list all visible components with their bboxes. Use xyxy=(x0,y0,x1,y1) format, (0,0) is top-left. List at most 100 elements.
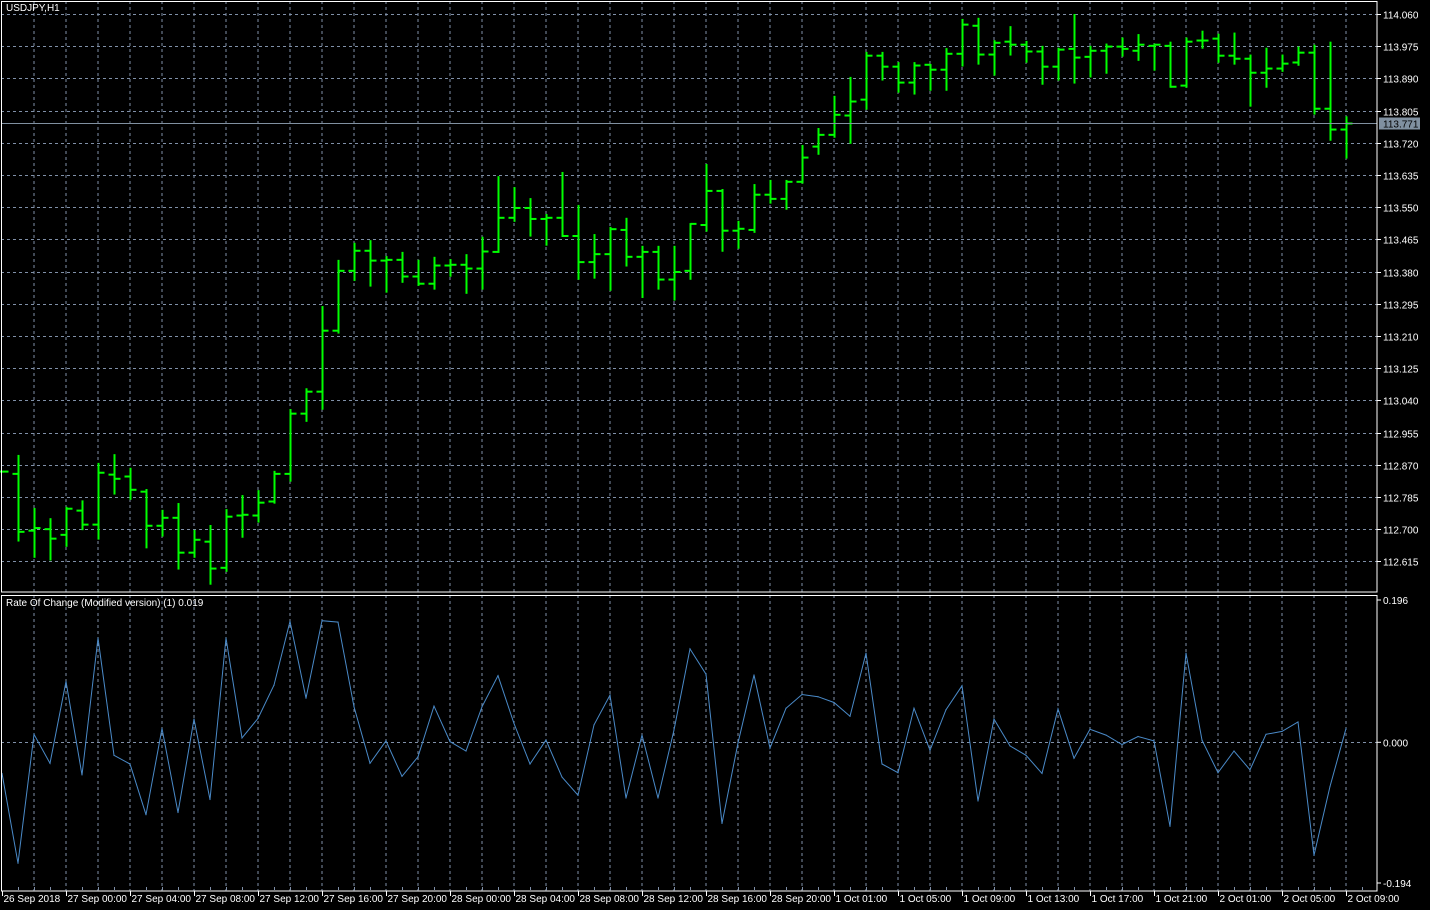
roc-point xyxy=(65,680,67,683)
ohlc-bar xyxy=(396,251,409,283)
roc-point xyxy=(769,747,771,749)
ohlc-bar xyxy=(620,217,633,267)
roc-point xyxy=(1137,735,1139,738)
ohlc-bar xyxy=(44,518,57,561)
price-tick-label: 113.720 xyxy=(1383,140,1419,151)
ohlc-bar xyxy=(108,454,121,495)
price-tick-label: 113.465 xyxy=(1383,236,1419,247)
ohlc-bar xyxy=(12,454,25,542)
roc-point xyxy=(689,648,691,650)
ohlc-bar xyxy=(1196,30,1209,49)
ohlc-bar xyxy=(1052,47,1065,81)
ohlc-bar xyxy=(668,245,681,301)
roc-point xyxy=(81,774,83,776)
ohlc-bar xyxy=(860,51,873,110)
roc-point xyxy=(1025,754,1027,756)
roc-point xyxy=(1121,743,1123,746)
roc-point xyxy=(1105,734,1107,736)
roc-point xyxy=(1233,750,1235,752)
roc-point xyxy=(177,811,179,814)
roc-point xyxy=(385,740,387,742)
time-tick-label: 1 Oct 05:00 xyxy=(900,894,952,905)
price-tick-label: 113.550 xyxy=(1383,204,1419,215)
time-tick-label: 1 Oct 13:00 xyxy=(1028,894,1080,905)
ohlc-bar xyxy=(1324,41,1337,141)
roc-point xyxy=(1345,727,1347,730)
roc-point xyxy=(97,637,99,639)
roc-point xyxy=(209,798,211,801)
ohlc-bar xyxy=(300,388,313,422)
roc-point xyxy=(945,709,947,711)
ohlc-bar xyxy=(284,409,297,482)
roc-point xyxy=(49,762,51,764)
ohlc-bar xyxy=(844,76,857,144)
roc-point xyxy=(1169,825,1171,827)
roc-point xyxy=(929,749,931,751)
roc-point xyxy=(561,776,563,778)
ohlc-bar xyxy=(1308,44,1321,115)
roc-point xyxy=(721,822,723,824)
roc-point xyxy=(225,637,227,639)
indicator-pane-border xyxy=(1,595,1378,892)
ohlc-bar xyxy=(524,198,537,237)
time-tick-label: 27 Sep 12:00 xyxy=(260,894,320,905)
ohlc-bar xyxy=(28,507,41,558)
price-tick-label: 112.955 xyxy=(1383,430,1419,441)
roc-point xyxy=(609,694,611,696)
ohlc-bar xyxy=(924,63,937,91)
ohlc-bar xyxy=(268,470,281,504)
price-tick-label: 113.125 xyxy=(1383,365,1419,376)
ohlc-bar xyxy=(892,62,905,93)
time-tick-label: 2 Oct 09:00 xyxy=(1348,894,1400,905)
roc-point xyxy=(913,707,915,709)
ohlc-bar xyxy=(156,509,169,537)
roc-point xyxy=(977,800,979,802)
ohlc-bar xyxy=(956,18,969,67)
roc-point xyxy=(1073,757,1075,759)
main-pane-border xyxy=(1,1,1378,593)
ohlc-bar xyxy=(1164,41,1177,88)
current-price-label: 113.771 xyxy=(1383,120,1419,131)
indicator-axis: 0.196 0.000 -0.194 xyxy=(1377,596,1412,890)
roc-point xyxy=(241,737,243,739)
time-tick-label: 28 Sep 12:00 xyxy=(644,894,704,905)
ohlc-bar xyxy=(332,259,345,334)
ohlc-bar xyxy=(684,222,697,280)
roc-point xyxy=(641,734,643,736)
ohlc-bar xyxy=(1084,45,1097,78)
chart-canvas[interactable]: 114.060 113.975 113.890 113.805 113.720 113.6… xyxy=(0,0,1430,910)
ohlc-bar xyxy=(908,62,921,95)
roc-point xyxy=(337,621,339,623)
ohlc-bar xyxy=(604,226,617,291)
time-tick-label: 1 Oct 09:00 xyxy=(964,894,1016,905)
time-tick-label: 27 Sep 08:00 xyxy=(196,894,256,905)
roc-point xyxy=(961,685,963,687)
roc-point xyxy=(801,693,803,696)
roc-point xyxy=(881,763,883,765)
roc-point xyxy=(273,684,275,686)
ohlc-bar xyxy=(348,242,361,281)
price-axis: 114.060 113.975 113.890 113.805 113.720 113.6… xyxy=(1377,11,1420,569)
ohlc-bar xyxy=(1068,14,1081,84)
price-tick-label: 113.890 xyxy=(1383,75,1419,86)
ohlc-bar xyxy=(252,490,265,523)
ohlc-bar xyxy=(636,245,649,298)
time-axis: 26 Sep 2018 27 Sep 00:00 27 Sep 04:00 27 Se… xyxy=(2,887,1400,905)
price-tick-label: 113.635 xyxy=(1383,172,1419,183)
ohlc-bar xyxy=(1132,34,1145,61)
ohlc-bar xyxy=(540,214,553,246)
indicator-tick-label: -0.194 xyxy=(1383,879,1412,890)
roc-point xyxy=(305,697,307,699)
roc-point xyxy=(993,718,995,720)
roc-point xyxy=(449,740,451,743)
ohlc-bar xyxy=(188,529,201,558)
roc-point xyxy=(529,763,531,765)
ohlc-bar xyxy=(812,128,825,155)
roc-point xyxy=(1249,769,1251,771)
ohlc-bar xyxy=(732,220,745,249)
ohlc-bar xyxy=(1212,33,1225,63)
price-tick-label: 113.380 xyxy=(1383,269,1419,280)
roc-point xyxy=(1057,708,1059,710)
time-tick-label: 26 Sep 2018 xyxy=(4,894,61,905)
roc-point xyxy=(401,775,403,777)
